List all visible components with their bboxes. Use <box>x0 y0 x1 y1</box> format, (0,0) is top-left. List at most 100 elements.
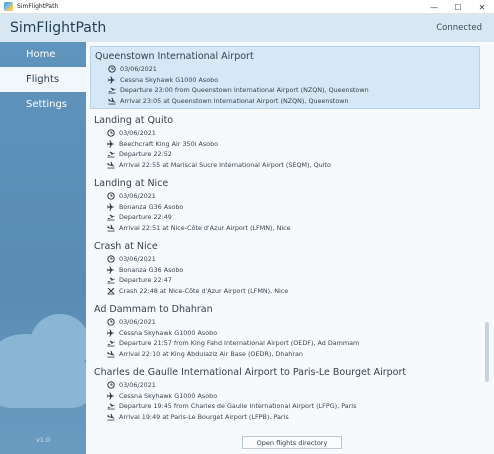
clock-icon <box>104 317 118 327</box>
airplane-icon <box>104 328 118 338</box>
flight-title: Charles de Gaulle International Airport … <box>94 367 407 378</box>
flight-item[interactable]: Queenstown International Airport 03/06/20… <box>90 46 480 109</box>
flight-detail-text: Departure 22:52 <box>119 150 172 159</box>
takeoff-icon <box>104 212 118 222</box>
flight-detail-row: 03/06/2021 <box>94 191 474 202</box>
flight-detail-row: Arrival 22:55 at Mariscal Sucre Internat… <box>94 160 474 171</box>
scrollbar[interactable] <box>484 46 490 434</box>
flight-detail-text: Arrival 22:51 at Nice-Côte d'Azur Airpor… <box>119 223 291 232</box>
window-title: SimFlightPath <box>17 3 59 10</box>
sidebar: Home Flights Settings v1.0 <box>0 42 86 454</box>
app-name: SimFlightPath <box>10 20 107 36</box>
flight-detail-text: Departure 22:49 <box>119 213 172 222</box>
takeoff-icon <box>105 85 119 95</box>
clock-icon <box>104 380 118 390</box>
maximize-button[interactable]: ☐ <box>446 0 470 14</box>
cloud-decoration <box>0 358 86 408</box>
flight-detail-row: Arrival 23:05 at Queenstown Internationa… <box>95 96 473 107</box>
sidebar-item-flights[interactable]: Flights <box>0 67 86 92</box>
flight-detail-text: Departure 22:47 <box>119 276 172 285</box>
flight-detail-text: Departure 21:57 from King Fahd Internati… <box>119 339 360 348</box>
airplane-icon <box>105 75 119 85</box>
flight-detail-text: Cessna Skyhawk G1000 Asobo <box>120 75 219 84</box>
connection-status: Connected <box>436 23 482 33</box>
flight-item[interactable]: Ad Dammam to Dhahran 03/06/2021 Cessna Sky… <box>90 300 480 361</box>
airplane-icon <box>104 391 118 401</box>
crash-icon <box>104 286 118 296</box>
flight-detail-row: Departure 22:49 <box>94 212 474 223</box>
version-label: v1.0 <box>35 436 51 444</box>
flight-list[interactable]: Queenstown International Airport 03/06/20… <box>90 46 480 434</box>
takeoff-icon <box>104 401 118 411</box>
flight-detail-row: 03/06/2021 <box>94 317 474 328</box>
flights-panel: Queenstown International Airport 03/06/20… <box>86 42 494 454</box>
sidebar-nav: Home Flights Settings <box>0 42 86 117</box>
flight-detail-text: 03/06/2021 <box>119 192 156 201</box>
flight-detail-text: Bonanza G36 Asobo <box>119 265 184 274</box>
app-logo-icon <box>4 2 13 11</box>
flight-detail-row: Cessna Skyhawk G1000 Asobo <box>94 328 474 339</box>
flight-detail-text: Cessna Skyhawk G1000 Asobo <box>119 328 218 337</box>
flight-detail-text: Departure 19:45 from Charles de Gaulle I… <box>119 402 357 411</box>
clock-icon <box>104 254 118 264</box>
clock-icon <box>104 128 118 138</box>
clock-icon <box>105 64 119 74</box>
flight-detail-text: 03/06/2021 <box>120 65 157 74</box>
close-button[interactable]: ✕ <box>470 0 494 14</box>
sidebar-item-home[interactable]: Home <box>0 42 86 67</box>
flight-detail-text: Cessna Skyhawk G1000 Asobo <box>119 391 218 400</box>
flight-detail-row: 03/06/2021 <box>94 254 474 265</box>
landing-icon <box>104 223 118 233</box>
sidebar-item-settings[interactable]: Settings <box>0 92 86 117</box>
flight-item[interactable]: Landing at Quito 03/06/2021 Beechcraft Kin… <box>90 111 480 172</box>
flight-detail-row: Departure 19:45 from Charles de Gaulle I… <box>94 401 474 412</box>
flight-detail-row: 03/06/2021 <box>94 380 474 391</box>
window-controls: — ☐ ✕ <box>422 0 494 14</box>
flight-detail-row: Cessna Skyhawk G1000 Asobo <box>95 75 473 86</box>
flight-title: Landing at Nice <box>94 178 169 189</box>
flight-detail-row: Bonanza G36 Asobo <box>94 202 474 213</box>
flight-detail-row: Bonanza G36 Asobo <box>94 265 474 276</box>
minimize-button[interactable]: — <box>422 0 446 14</box>
flight-detail-text: Beechcraft King Air 350i Asobo <box>119 139 219 148</box>
flight-detail-text: Crash 22:48 at Nice-Côte d'Azur Airport … <box>119 286 289 295</box>
app-header: SimFlightPath Connected <box>0 14 494 42</box>
flight-detail-row: Arrival 22:10 at King Abdulaziz Air Base… <box>94 349 474 360</box>
flight-detail-text: 03/06/2021 <box>119 255 156 264</box>
title-bar: SimFlightPath — ☐ ✕ <box>0 0 494 14</box>
flight-detail-row: Cessna Skyhawk G1000 Asobo <box>94 391 474 402</box>
open-flights-directory-button[interactable]: Open flights directory <box>242 436 342 449</box>
flight-detail-text: Arrival 22:10 at King Abdulaziz Air Base… <box>119 349 303 358</box>
landing-icon <box>104 412 118 422</box>
flight-detail-text: 03/06/2021 <box>119 318 156 327</box>
flight-detail-row: Crash 22:48 at Nice-Côte d'Azur Airport … <box>94 286 474 297</box>
flight-detail-text: Arrival 23:05 at Queenstown Internationa… <box>120 96 349 105</box>
airplane-icon <box>104 202 118 212</box>
flight-detail-row: Departure 21:57 from King Fahd Internati… <box>94 338 474 349</box>
flight-detail-row: Beechcraft King Air 350i Asobo <box>94 139 474 150</box>
flight-detail-row: Departure 23:00 from Queenstown Internat… <box>95 85 473 96</box>
flight-detail-text: 03/06/2021 <box>119 129 156 138</box>
flight-detail-row: Arrival 22:51 at Nice-Côte d'Azur Airpor… <box>94 223 474 234</box>
flight-title: Queenstown International Airport <box>95 51 254 62</box>
landing-icon <box>105 96 119 106</box>
flight-item[interactable]: Charles de Gaulle International Airport … <box>90 363 480 424</box>
flight-detail-row: Arrival 19:49 at Paris-Le Bourget Airpor… <box>94 412 474 423</box>
flight-item[interactable]: Crash at Nice 03/06/2021 Bonanza G36 Asobo… <box>90 237 480 298</box>
flight-detail-text: 03/06/2021 <box>119 381 156 390</box>
scrollbar-thumb[interactable] <box>485 322 489 382</box>
landing-icon <box>104 349 118 359</box>
flight-detail-row: Departure 22:47 <box>94 275 474 286</box>
airplane-icon <box>104 265 118 275</box>
flight-detail-text: Bonanza G36 Asobo <box>119 202 184 211</box>
flight-title: Crash at Nice <box>94 241 158 252</box>
flight-detail-row: Departure 22:52 <box>94 149 474 160</box>
flight-detail-text: Arrival 22:55 at Mariscal Sucre Internat… <box>119 160 331 169</box>
takeoff-icon <box>104 275 118 285</box>
landing-icon <box>104 160 118 170</box>
takeoff-icon <box>104 149 118 159</box>
flight-title: Ad Dammam to Dhahran <box>94 304 213 315</box>
flight-item[interactable]: Landing at Nice 03/06/2021 Bonanza G36 Aso… <box>90 174 480 235</box>
flight-detail-text: Arrival 19:49 at Paris-Le Bourget Airpor… <box>119 412 289 421</box>
flight-detail-row: 03/06/2021 <box>95 64 473 75</box>
